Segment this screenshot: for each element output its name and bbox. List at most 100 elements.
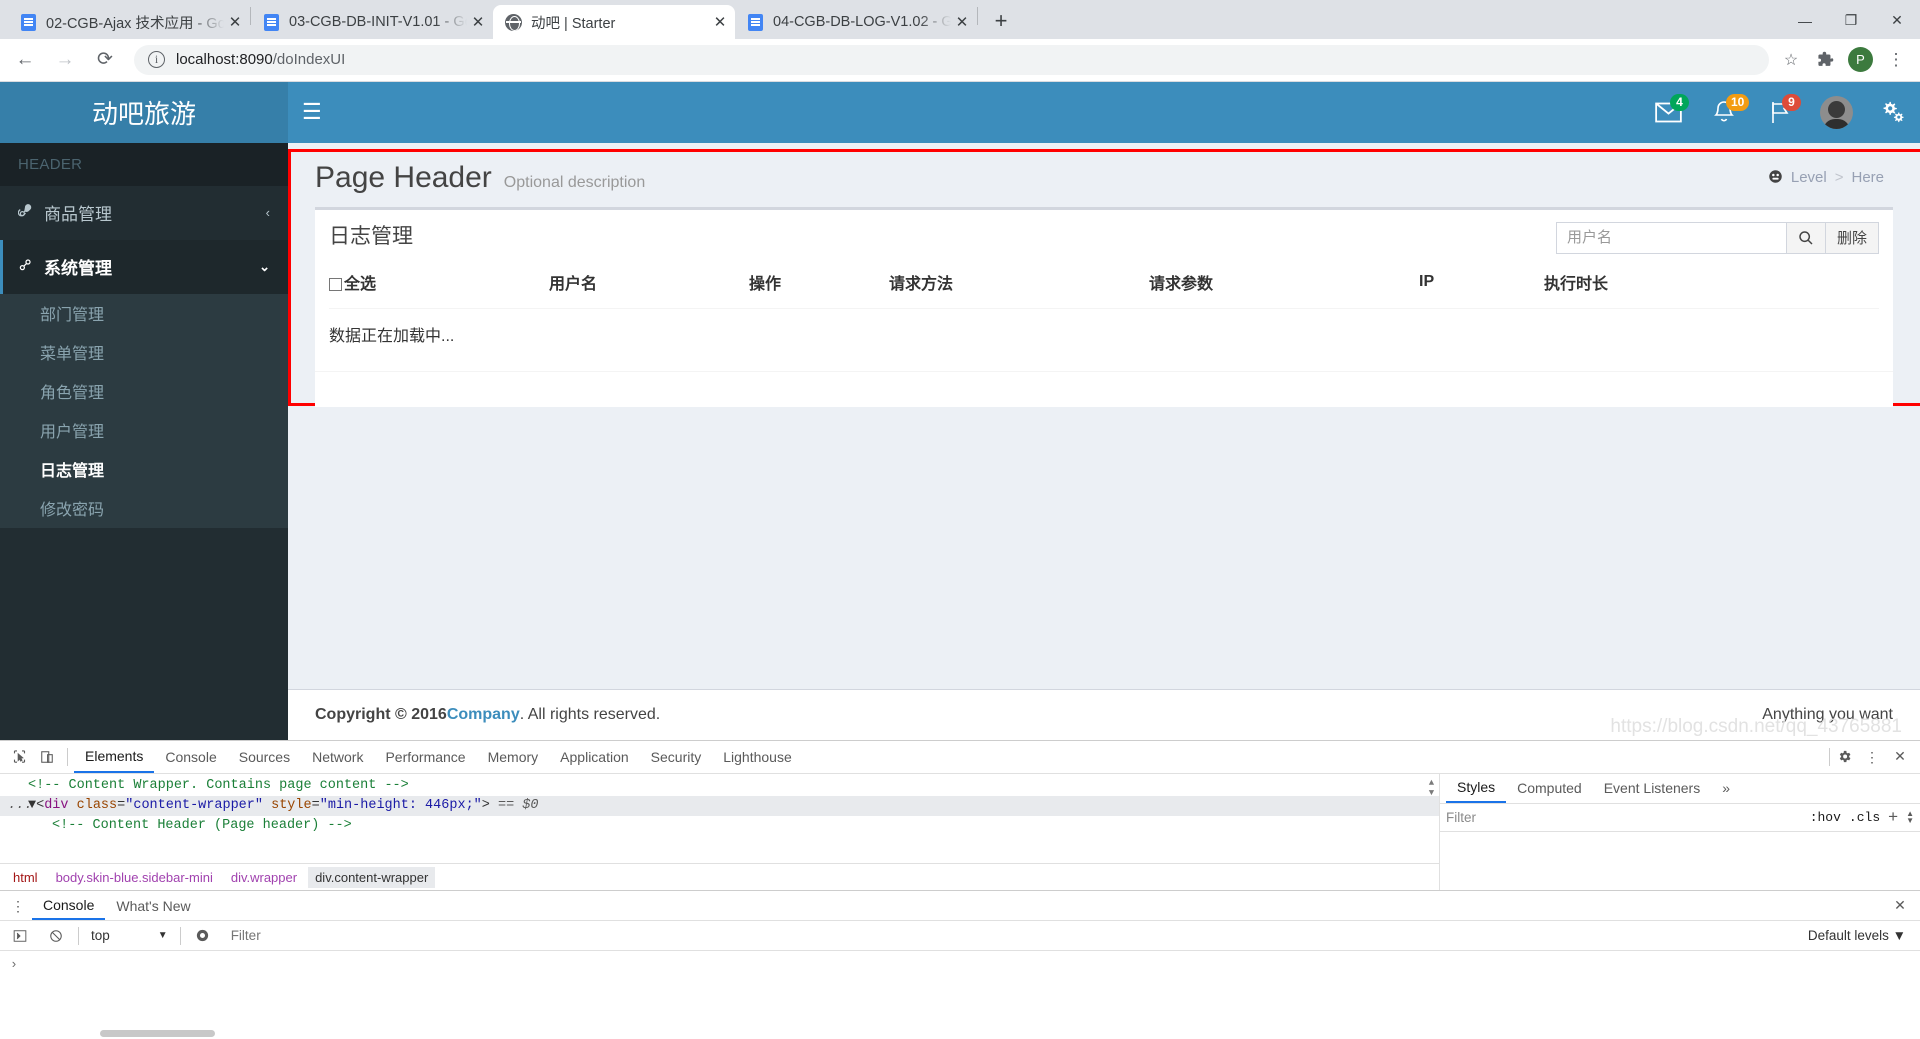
maximize-icon[interactable]: ❐ — [1828, 0, 1874, 41]
sidebar-subitem-role[interactable]: 角色管理 — [0, 372, 288, 411]
devtools-tab-security[interactable]: Security — [640, 741, 713, 773]
sidebar-subitem-log[interactable]: 日志管理 — [0, 450, 288, 489]
new-style-rule-button[interactable]: + — [1888, 807, 1898, 827]
doc-icon — [263, 13, 280, 31]
new-tab-button[interactable]: + — [984, 4, 1018, 38]
close-icon[interactable]: ✕ — [951, 11, 973, 33]
gear-icon[interactable] — [1830, 744, 1858, 770]
search-button[interactable] — [1785, 221, 1825, 254]
gears-icon[interactable] — [1864, 82, 1920, 143]
drawer-tab-console[interactable]: Console — [32, 891, 106, 920]
styles-tab[interactable]: Styles — [1446, 774, 1507, 803]
flag-icon[interactable]: 9 — [1752, 82, 1808, 143]
breadcrumb-item-level[interactable]: Level — [1791, 169, 1827, 186]
sidebar-item-system-management[interactable]: 系统管理 ⌄ — [0, 239, 288, 294]
back-icon[interactable]: ← — [8, 43, 42, 77]
event-listeners-tab[interactable]: Event Listeners — [1593, 774, 1712, 803]
browser-tab-3-active[interactable]: 动吧 | Starter ✕ — [493, 5, 735, 40]
console-context-select[interactable]: top ▼ — [87, 928, 172, 943]
forward-icon[interactable]: → — [48, 43, 82, 77]
console-eye-icon[interactable] — [189, 923, 217, 949]
site-info-icon[interactable]: i — [148, 51, 165, 69]
devtools-tab-lighthouse[interactable]: Lighthouse — [712, 741, 803, 773]
styles-overflow-icon[interactable]: » — [1711, 774, 1741, 803]
clear-console-icon[interactable] — [42, 923, 70, 949]
window-close-icon[interactable]: ✕ — [1874, 0, 1920, 41]
chevron-down-icon: ⌄ — [259, 258, 270, 274]
browser-tab-1[interactable]: 02-CGB-Ajax 技术应用 - Google ✕ — [8, 5, 250, 39]
sidebar-subitem-menu[interactable]: 菜单管理 — [0, 333, 288, 372]
hov-toggle[interactable]: :hov — [1810, 810, 1841, 825]
devtools-tab-application[interactable]: Application — [549, 741, 640, 773]
search-input[interactable] — [1555, 221, 1786, 254]
device-toolbar-icon[interactable] — [33, 744, 61, 770]
bell-icon[interactable]: 10 — [1696, 82, 1752, 143]
horizontal-scrollbar[interactable] — [0, 1027, 1920, 1039]
dom-tree[interactable]: <!-- Content Wrapper. Contains page cont… — [0, 774, 1439, 863]
computed-tab[interactable]: Computed — [1506, 774, 1593, 803]
close-icon[interactable]: ✕ — [709, 11, 731, 33]
devtools-menu-icon[interactable]: ⋮ — [1858, 744, 1886, 770]
inspect-element-icon[interactable] — [5, 744, 33, 770]
sidebar-item-product-management[interactable]: 商品管理 ‹ — [0, 186, 288, 240]
sidebar-subitem-user[interactable]: 用户管理 — [0, 411, 288, 450]
app-logo[interactable]: 动吧旅游 — [0, 81, 288, 143]
dom-scrollbar[interactable]: ▲ ▼ — [1426, 778, 1437, 798]
user-avatar[interactable] — [1808, 82, 1864, 143]
console-levels-select[interactable]: Default levels ▼ — [1808, 928, 1906, 943]
address-bar[interactable]: i localhost:8090/doIndexUI — [134, 44, 1769, 75]
tab-strip: 02-CGB-Ajax 技术应用 - Google ✕ 03-CGB-DB-IN… — [0, 0, 1920, 41]
delete-button[interactable]: 删除 — [1824, 221, 1879, 254]
browser-tab-2[interactable]: 03-CGB-DB-INIT-V1.01 - Goog ✕ — [251, 5, 493, 39]
crumb-wrapper[interactable]: div.wrapper — [224, 867, 304, 888]
cls-toggle[interactable]: .cls — [1849, 810, 1880, 825]
drawer-menu-icon[interactable]: ⋮ — [4, 893, 32, 919]
chrome-menu-icon[interactable]: ⋮ — [1880, 44, 1912, 76]
url-host: localhost:8090 — [176, 51, 273, 69]
styles-scrollbar[interactable]: ▲ ▼ — [1906, 810, 1914, 825]
doc-icon — [747, 13, 764, 31]
drawer-close-icon[interactable]: ✕ — [1886, 893, 1914, 919]
drawer-tab-whats-new[interactable]: What's New — [105, 891, 201, 920]
close-icon[interactable]: ✕ — [467, 11, 489, 33]
crumb-html[interactable]: html — [6, 867, 45, 888]
select-all-checkbox[interactable] — [329, 277, 342, 291]
tab-title: 03-CGB-DB-INIT-V1.01 - Goog — [289, 14, 467, 31]
log-management-box: 日志管理 删除 — [315, 206, 1893, 407]
minimize-icon[interactable]: — — [1782, 0, 1828, 41]
sidebar-subitem-department[interactable]: 部门管理 — [0, 294, 288, 333]
devtools-panel: Elements Console Sources Network Perform… — [0, 739, 1920, 1039]
hamburger-icon[interactable]: ☰ — [302, 99, 342, 125]
devtools-tab-elements[interactable]: Elements — [74, 741, 155, 773]
loading-message: 数据正在加载中... — [329, 307, 1879, 359]
devtools-tab-sources[interactable]: Sources — [228, 741, 301, 773]
console-filter-input[interactable] — [224, 925, 1800, 946]
column-duration: 执行时长 — [1544, 275, 1609, 293]
devtools-tab-performance[interactable]: Performance — [374, 741, 476, 773]
styles-filter-input[interactable] — [1446, 807, 1802, 828]
reload-icon[interactable]: ⟳ — [88, 43, 122, 77]
devtools-tab-network[interactable]: Network — [301, 741, 374, 773]
breadcrumb-separator: > — [1834, 169, 1844, 187]
company-link[interactable]: Company — [447, 706, 520, 724]
console-prompt[interactable]: › — [0, 951, 1920, 972]
console-output[interactable]: › — [0, 951, 1920, 1039]
crumb-body[interactable]: body.skin-blue.sidebar-mini — [49, 867, 220, 888]
bookmark-star-icon[interactable]: ☆ — [1775, 44, 1807, 76]
devtools-main: <!-- Content Wrapper. Contains page cont… — [0, 773, 1920, 890]
sidebar-subitem-password[interactable]: 修改密码 — [0, 489, 288, 528]
avatar[interactable]: P — [1848, 47, 1873, 73]
browser-tab-4[interactable]: 04-CGB-DB-LOG-V1.02 - Goog ✕ — [735, 5, 977, 39]
sidebar-item-label: 系统管理 — [44, 259, 112, 279]
devtools-close-icon[interactable]: ✕ — [1886, 744, 1914, 770]
extensions-icon[interactable] — [1809, 44, 1841, 76]
envelope-icon[interactable]: 4 — [1640, 82, 1696, 143]
close-icon[interactable]: ✕ — [224, 11, 246, 33]
crumb-content-wrapper[interactable]: div.content-wrapper — [308, 866, 436, 888]
sidebar-submenu: 部门管理 菜单管理 角色管理 用户管理 日志管理 修改密码 — [0, 293, 288, 528]
console-execute-icon[interactable] — [6, 923, 34, 949]
dom-selected-node[interactable]: ... ▼<div class="content-wrapper" style=… — [0, 795, 1439, 816]
devtools-tab-console[interactable]: Console — [154, 741, 227, 773]
breadcrumb-item-here: Here — [1851, 169, 1884, 187]
devtools-tab-memory[interactable]: Memory — [477, 741, 550, 773]
